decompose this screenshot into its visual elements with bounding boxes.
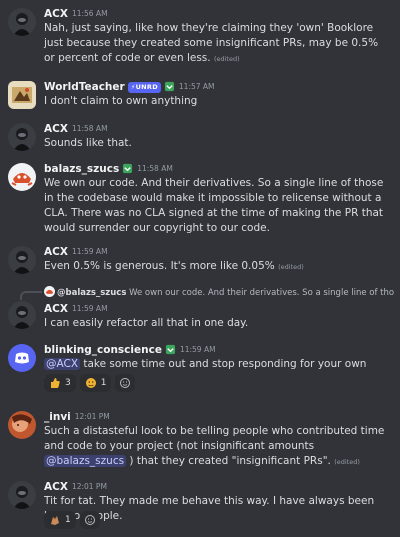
avatar[interactable]: [8, 301, 36, 329]
add-reaction-icon: [119, 377, 131, 389]
message-text: Sounds like that.: [44, 137, 132, 149]
username[interactable]: ACX: [44, 303, 68, 315]
role-badge-icon: [165, 344, 176, 355]
avatar[interactable]: [8, 81, 36, 109]
username[interactable]: ACX: [44, 8, 68, 20]
reaction-bar: 1: [44, 511, 100, 529]
avatar[interactable]: [8, 481, 36, 509]
avatar[interactable]: [8, 246, 36, 274]
username[interactable]: ACX: [44, 246, 68, 258]
timestamp: 11:59 AM: [71, 304, 108, 313]
message-text: We own our code. And their derivatives. …: [44, 177, 384, 234]
message-text: Such a distasteful look to be telling pe…: [44, 425, 385, 452]
avatar[interactable]: [8, 411, 36, 439]
message-text: I can easily refactor all that in one da…: [44, 317, 249, 329]
message-content: Even 0.5% is generous. It's more like 0.…: [44, 259, 392, 275]
username[interactable]: WorldTeacher: [44, 81, 125, 93]
username[interactable]: blinking_conscience: [44, 344, 162, 356]
edited-label: (edited): [334, 458, 360, 466]
message-feed: ACX 11:56 AM Nah, just saying, like how t…: [0, 0, 400, 537]
reaction-count: 1: [100, 377, 107, 388]
timestamp: 11:59 AM: [179, 345, 216, 354]
message-text: I don't claim to own anything: [44, 95, 198, 107]
reply-snippet: We own our code. And their derivatives. …: [129, 288, 394, 298]
timestamp: 12:01 PM: [74, 412, 110, 421]
add-reaction-button[interactable]: [79, 511, 100, 529]
reaction-count: 1: [65, 514, 71, 525]
avatar[interactable]: [8, 8, 36, 36]
avatar[interactable]: [8, 344, 36, 372]
username[interactable]: balazs_szucs: [44, 163, 119, 175]
message-content: Sounds like that.: [44, 136, 392, 151]
user-mention[interactable]: @balazs_szucs: [44, 455, 127, 467]
message-content: I can easily refactor all that in one da…: [44, 316, 392, 331]
add-reaction-icon: [84, 514, 96, 526]
user-mention[interactable]: @ACX: [44, 358, 81, 370]
reply-avatar-icon: [44, 286, 55, 297]
hands-icon: [49, 514, 61, 526]
message-text: ) that they created "insignificant PRs".: [129, 455, 331, 467]
reply-preview[interactable]: @balazs_szucs We own our code. And their…: [44, 286, 394, 301]
username[interactable]: ACX: [44, 123, 68, 135]
add-reaction-button[interactable]: [115, 374, 136, 392]
avatar[interactable]: [8, 123, 36, 151]
username[interactable]: ACX: [44, 481, 68, 493]
reaction[interactable]: 1: [79, 374, 112, 392]
thumbs-up-icon: [49, 377, 61, 389]
role-badge-icon: [164, 81, 175, 92]
reaction[interactable]: 3: [44, 374, 76, 392]
yellow-face-icon: [85, 377, 97, 389]
message-content: Such a distasteful look to be telling pe…: [44, 424, 392, 470]
timestamp: 11:58 AM: [137, 164, 173, 173]
edited-label: (edited): [213, 55, 240, 63]
avatar[interactable]: [8, 163, 36, 191]
username[interactable]: _invi: [44, 411, 71, 423]
server-tag[interactable]: ⚡UNRD: [127, 82, 161, 93]
reaction-count: 3: [65, 377, 71, 388]
timestamp: 11:58 AM: [71, 124, 108, 133]
timestamp: 12:01 PM: [71, 482, 107, 491]
reaction[interactable]: 1: [44, 511, 76, 529]
role-badge-icon: [122, 163, 133, 174]
reply-connector: [20, 291, 42, 300]
message-content: Nah, just saying, like how they're claim…: [44, 21, 392, 67]
message-text: Even 0.5% is generous. It's more like 0.…: [44, 260, 275, 272]
edited-label: (edited): [278, 263, 304, 271]
timestamp: 11:56 AM: [71, 9, 108, 18]
message-text: Nah, just saying, like how they're claim…: [44, 22, 379, 64]
timestamp: 11:59 AM: [71, 247, 108, 256]
message-content: I don't claim to own anything: [44, 94, 392, 109]
timestamp: 11:57 AM: [178, 82, 215, 91]
reply-username[interactable]: @balazs_szucs: [57, 288, 126, 298]
message-content: We own our code. And their derivatives. …: [44, 176, 392, 236]
reaction-bar: 3 1: [44, 374, 136, 392]
